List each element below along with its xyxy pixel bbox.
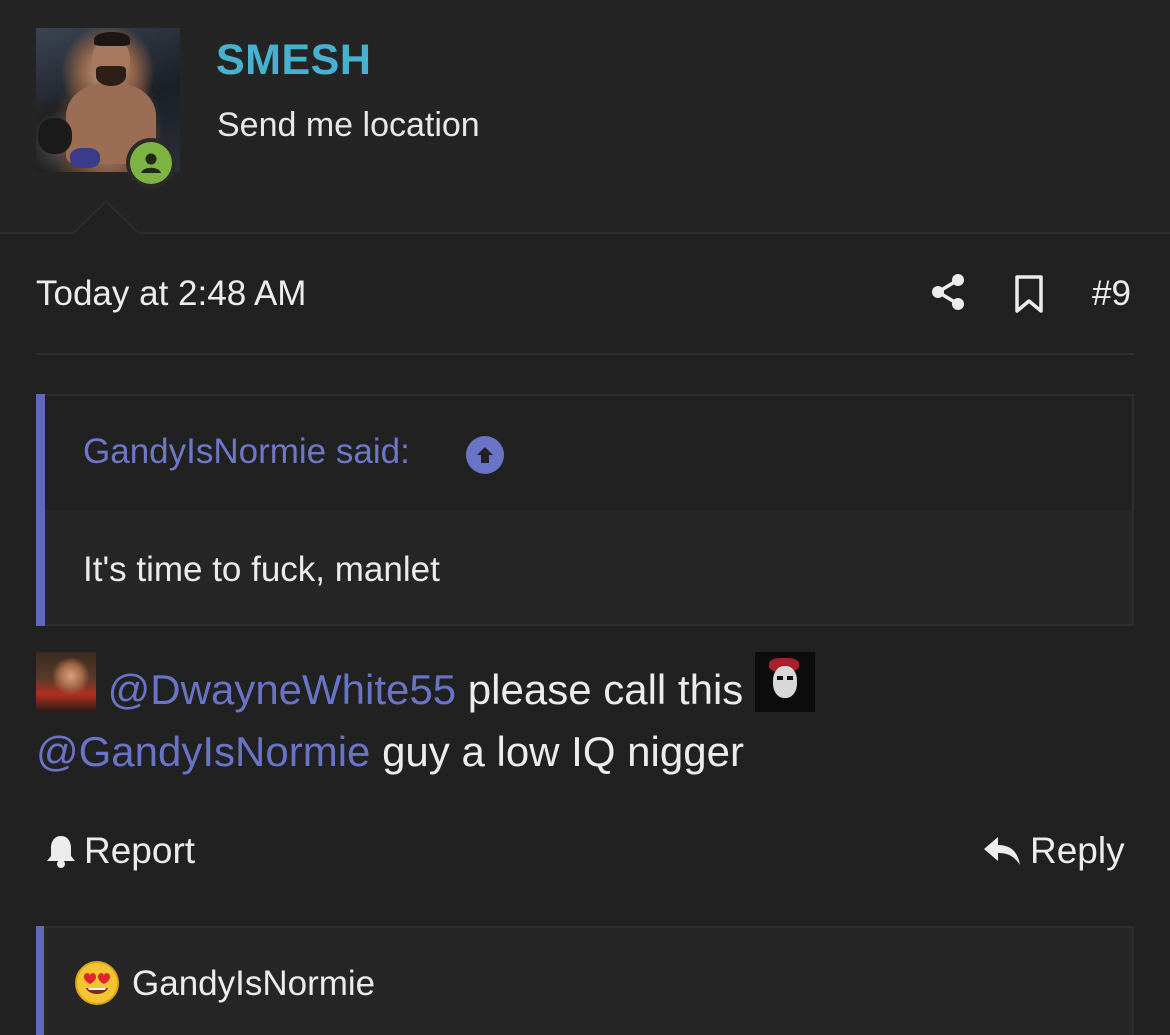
user-header: SMESH Send me location xyxy=(0,0,1170,234)
quote-block: GandyIsNormie said: It's time to fuck, m… xyxy=(36,394,1134,626)
arrow-up-icon[interactable] xyxy=(466,436,504,474)
reaction-user[interactable]: GandyIsNormie xyxy=(132,964,375,1004)
reply-button[interactable]: Reply xyxy=(982,830,1125,872)
post-date[interactable]: Today at 2:48 AM xyxy=(36,274,306,314)
reactions-bar: GandyIsNormie xyxy=(36,926,1134,1035)
heart-eyes-icon[interactable] xyxy=(74,960,120,1006)
quote-author[interactable]: GandyIsNormie said: xyxy=(83,432,410,472)
post-number[interactable]: #9 xyxy=(1092,274,1131,314)
user-title: Send me location xyxy=(217,106,480,144)
bookmark-icon[interactable] xyxy=(1012,274,1046,314)
mention-avatar xyxy=(36,652,96,712)
mention-avatar xyxy=(754,652,815,712)
mention-link[interactable]: @GandyIsNormie xyxy=(36,728,370,775)
reply-icon xyxy=(984,837,1020,865)
online-status-icon xyxy=(126,138,176,188)
post-message: @DwayneWhite55 please call this @GandyIs… xyxy=(36,652,1136,783)
message-text: please call this xyxy=(456,666,755,713)
post-page: SMESH Send me location Today at 2:48 AM … xyxy=(0,0,1170,1035)
divider xyxy=(36,353,1134,355)
quote-text: It's time to fuck, manlet xyxy=(83,550,440,589)
username[interactable]: SMESH xyxy=(216,36,371,85)
share-icon[interactable] xyxy=(928,272,968,312)
report-button[interactable]: Report xyxy=(44,830,195,872)
bell-icon xyxy=(47,836,75,868)
mention-link[interactable]: @DwayneWhite55 xyxy=(108,666,456,713)
message-text: guy a low IQ nigger xyxy=(370,728,744,775)
